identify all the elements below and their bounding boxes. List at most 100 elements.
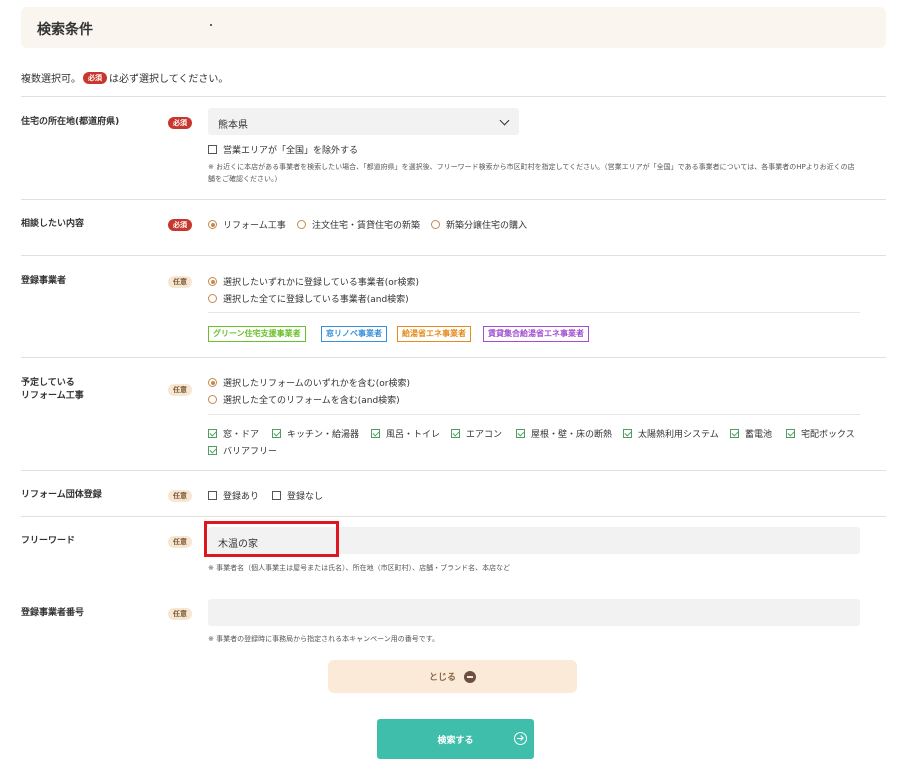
checkbox-checked-icon: [208, 446, 217, 455]
group-option-label: 登録あり: [223, 492, 260, 502]
reform-item-kitchen[interactable]: キッチン・給湯器: [272, 427, 359, 440]
checkbox-icon: [208, 145, 217, 154]
inner-divider: [208, 312, 860, 313]
prefecture-label: 住宅の所在地(都道府県): [21, 117, 120, 127]
reform-item-label: 宅配ボックス: [801, 430, 855, 440]
radio-selected-icon: [208, 277, 217, 286]
consult-option-reform[interactable]: リフォーム工事: [208, 218, 286, 231]
required-badge: 必須: [168, 117, 192, 129]
radio-icon: [208, 294, 217, 303]
divider: [21, 516, 886, 517]
reform-item-barrier-free[interactable]: バリアフリー: [208, 444, 277, 457]
registered-option-or[interactable]: 選択したいずれかに登録している事業者(or検索): [208, 275, 419, 288]
consult-option-label: 新築分譲住宅の購入: [446, 221, 528, 231]
reform-item-aircon[interactable]: エアコン: [451, 427, 502, 440]
required-badge: 必須: [83, 71, 107, 84]
freeword-label: フリーワード: [21, 536, 76, 546]
intro-prefix: 複数選択可。: [21, 74, 81, 85]
exclude-nationwide-checkbox[interactable]: 営業エリアが「全国」を除外する: [208, 143, 358, 156]
reform-item-label: 風呂・トイレ: [386, 430, 441, 440]
reform-item-label: エアコン: [466, 430, 503, 440]
consult-option-purchase[interactable]: 新築分譲住宅の購入: [431, 218, 527, 231]
reform-item-label: キッチン・給湯器: [287, 430, 360, 440]
radio-selected-icon: [208, 220, 217, 229]
search-button-label: 検索する: [437, 735, 474, 746]
regnumber-input[interactable]: [208, 599, 860, 626]
search-button[interactable]: 検索する: [377, 719, 534, 759]
exclude-nationwide-label: 営業エリアが「全国」を除外する: [223, 146, 359, 156]
optional-badge: 任意: [168, 276, 192, 288]
reform-item-battery[interactable]: 蓄電池: [730, 427, 772, 440]
arrow-right-circle-icon: [514, 732, 527, 745]
radio-selected-icon: [208, 378, 217, 387]
optional-badge: 任意: [168, 608, 192, 620]
regnumber-note: ※ 事業者の登録時に事務局から指定される本キャンペーン用の番号です。: [208, 635, 440, 643]
page-title: 検索条件: [37, 22, 93, 38]
checkbox-checked-icon: [786, 429, 795, 438]
prefecture-select[interactable]: 熊本県: [208, 108, 519, 135]
regnumber-label: 登録事業者番号: [21, 608, 85, 618]
divider: [21, 199, 886, 200]
group-option-registered[interactable]: 登録あり: [208, 489, 259, 502]
close-button-label: とじる: [428, 673, 456, 683]
reform-item-bath-toilet[interactable]: 風呂・トイレ: [371, 427, 440, 440]
reform-item-insulation[interactable]: 屋根・壁・床の断熱: [516, 427, 612, 440]
close-button[interactable]: とじる: [328, 660, 577, 693]
consult-option-newbuild[interactable]: 注文住宅・賃貸住宅の新築: [297, 218, 420, 231]
divider: [21, 357, 886, 358]
group-option-unregistered[interactable]: 登録なし: [272, 489, 323, 502]
group-option-label: 登録なし: [287, 492, 324, 502]
checkbox-checked-icon: [623, 429, 632, 438]
divider: [21, 255, 886, 256]
consult-option-label: 注文住宅・賃貸住宅の新築: [312, 221, 421, 231]
search-conditions-header: 検索条件: [21, 7, 886, 48]
prefecture-selected-value: 熊本県: [218, 120, 248, 131]
freeword-note: ※ 事業者名（個人事業主は屋号または氏名）、所在地（市区町村）、店舗・ブランド名…: [208, 564, 511, 572]
highlight-box: [204, 521, 339, 557]
required-badge: 必須: [168, 219, 192, 231]
registered-option-label: 選択したいずれかに登録している事業者(or検索): [223, 278, 419, 288]
planned-option-or[interactable]: 選択したリフォームのいずれかを含む(or検索): [208, 376, 410, 389]
registered-option-label: 選択した全てに登録している事業者(and検索): [223, 295, 409, 305]
checkbox-checked-icon: [451, 429, 460, 438]
radio-icon: [431, 220, 440, 229]
reform-item-label: 屋根・壁・床の断熱: [531, 430, 613, 440]
consult-option-label: リフォーム工事: [223, 221, 286, 231]
checkbox-checked-icon: [516, 429, 525, 438]
reform-item-window-door[interactable]: 窓・ドア: [208, 427, 259, 440]
tag-green-housing[interactable]: グリーン住宅支援事業者: [208, 326, 306, 342]
consult-label: 相談したい内容: [21, 219, 85, 229]
checkbox-checked-icon: [371, 429, 380, 438]
checkbox-checked-icon: [730, 429, 739, 438]
planned-option-label: 選択した全てのリフォームを含む(and検索): [223, 396, 400, 406]
reform-item-label: 窓・ドア: [223, 430, 260, 440]
divider: [21, 96, 886, 97]
reform-item-label: 蓄電池: [745, 430, 773, 440]
optional-badge: 任意: [168, 490, 192, 502]
radio-icon: [297, 220, 306, 229]
reform-item-solar[interactable]: 太陽熱利用システム: [623, 427, 719, 440]
divider: [21, 470, 886, 471]
planned-label-line1: 予定している: [21, 378, 75, 388]
tag-rental-water-heater[interactable]: 賃貸集合給湯省エネ事業者: [483, 326, 589, 342]
checkbox-checked-icon: [208, 429, 217, 438]
planned-label-line2: リフォーム工事: [21, 391, 84, 401]
inner-divider: [208, 414, 860, 415]
registered-option-and[interactable]: 選択した全てに登録している事業者(and検索): [208, 292, 409, 305]
optional-badge: 任意: [168, 384, 192, 396]
registered-label: 登録事業者: [21, 276, 67, 286]
planned-option-and[interactable]: 選択した全てのリフォームを含む(and検索): [208, 393, 400, 406]
minus-circle-icon: [464, 670, 476, 683]
decorative-dot: [210, 24, 212, 26]
tag-water-heater[interactable]: 給湯省エネ事業者: [397, 326, 471, 342]
intro-suffix: は必ず選択してください。: [109, 74, 229, 85]
reform-item-delivery-box[interactable]: 宅配ボックス: [786, 427, 855, 440]
intro-text: 複数選択可。 必須 は必ず選択してください。: [21, 70, 228, 85]
checkbox-icon: [272, 491, 281, 500]
chevron-down-icon: [499, 115, 510, 126]
reform-item-label: 太陽熱利用システム: [638, 430, 719, 440]
reform-item-label: バリアフリー: [223, 447, 278, 457]
tag-window-renovation[interactable]: 窓リノベ事業者: [321, 326, 387, 342]
planned-label: 予定している リフォーム工事: [21, 377, 84, 403]
prefecture-note: ※ お近くに本店がある事業者を検索したい場合、「都道府県」を選択後、フリーワード…: [208, 163, 855, 183]
